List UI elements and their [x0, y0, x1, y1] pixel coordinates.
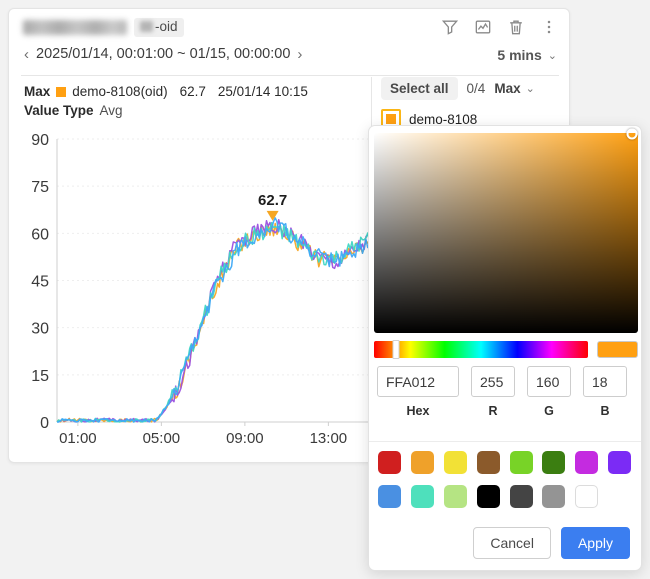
palette-swatch[interactable]: [476, 485, 500, 508]
palette-swatch[interactable]: [378, 485, 401, 508]
picker-actions: Cancel Apply: [473, 527, 630, 559]
series-selected-count: 0/4: [466, 81, 486, 96]
stats-max-label: Max: [24, 84, 51, 99]
svg-text:13:00: 13:00: [310, 430, 348, 447]
palette-swatch[interactable]: [575, 485, 599, 508]
blue-input[interactable]: [583, 366, 627, 397]
page-title: [23, 19, 127, 35]
widget-header: -oid: [9, 9, 569, 45]
aggregation-selector[interactable]: Max ⌄: [494, 81, 534, 96]
svg-text:01:00: 01:00: [59, 430, 97, 447]
svg-text:30: 30: [31, 321, 49, 338]
oid-chip-redacted: [140, 21, 153, 33]
saturation-value-area[interactable]: [374, 128, 638, 333]
svg-text:45: 45: [31, 274, 49, 291]
hue-slider-handle[interactable]: [392, 339, 400, 359]
palette-divider: [369, 441, 641, 442]
g-field-group: G: [527, 366, 571, 418]
stats-max-time: 25/01/14 10:15: [217, 84, 308, 99]
next-range-button[interactable]: ›: [297, 47, 302, 62]
stats-max-line: Max demo-8108(oid) 62.7 25/01/14 10:15: [24, 82, 308, 101]
b-field-group: B: [583, 366, 627, 418]
aggregation-label: Max: [494, 81, 521, 96]
header-divider: [21, 75, 559, 76]
apply-button[interactable]: Apply: [560, 527, 630, 559]
more-vertical-icon[interactable]: [539, 17, 559, 37]
palette-swatch[interactable]: [476, 451, 500, 474]
date-range-row: ‹ 2025/01/14, 00:01:00 ~ 01/15, 00:00:00…: [9, 43, 569, 73]
stats-valuetype-value: Avg: [99, 103, 123, 118]
series-panel-header: Select all 0/4 Max ⌄: [381, 77, 561, 100]
interval-selector[interactable]: 5 mins ⌄: [497, 47, 557, 63]
stats-summary: Max demo-8108(oid) 62.7 25/01/14 10:15 V…: [24, 82, 308, 120]
stats-max-value: 62.7: [179, 84, 206, 99]
palette-swatch[interactable]: [509, 485, 533, 508]
svg-text:15: 15: [31, 368, 49, 385]
prev-range-button[interactable]: ‹: [24, 47, 29, 62]
select-all-button[interactable]: Select all: [381, 77, 458, 100]
color-preview-swatch: [597, 340, 638, 358]
palette-swatch[interactable]: [410, 485, 434, 508]
palette-swatch[interactable]: [608, 451, 632, 474]
chevron-down-icon: ⌄: [525, 83, 535, 95]
chevron-down-icon: ⌄: [547, 49, 557, 62]
green-input[interactable]: [527, 366, 571, 397]
hex-field-group: Hex: [377, 366, 459, 418]
svg-text:75: 75: [31, 179, 49, 196]
palette-swatch[interactable]: [509, 451, 533, 474]
stats-valuetype-label: Value Type: [24, 103, 94, 118]
hue-slider[interactable]: [374, 339, 588, 359]
svg-text:09:00: 09:00: [226, 430, 264, 447]
panel-divider: [371, 77, 372, 127]
interval-label: 5 mins: [497, 47, 542, 63]
svg-text:60: 60: [31, 226, 49, 243]
svg-text:0: 0: [40, 415, 49, 432]
date-range-label[interactable]: 2025/01/14, 00:01:00 ~ 01/15, 00:00:00: [36, 46, 290, 62]
widget-toolbar: [440, 17, 559, 37]
palette-swatch[interactable]: [542, 451, 566, 474]
red-input[interactable]: [471, 366, 515, 397]
red-label: R: [488, 404, 498, 418]
filter-icon[interactable]: [440, 17, 460, 37]
oid-chip-label: -oid: [155, 19, 178, 34]
palette-swatch[interactable]: [443, 451, 467, 474]
chart-image-icon[interactable]: [473, 17, 493, 37]
cancel-button[interactable]: Cancel: [473, 527, 551, 559]
palette-swatch[interactable]: [443, 485, 467, 508]
blue-label: B: [600, 404, 610, 418]
saturation-handle[interactable]: [626, 128, 638, 140]
color-value-fields: Hex R G B: [377, 366, 635, 418]
series-color-chip: [386, 114, 396, 124]
palette-swatch[interactable]: [410, 451, 434, 474]
widget-title-group: -oid: [23, 18, 184, 37]
series-color-swatch: [56, 86, 67, 97]
oid-chip: -oid: [134, 18, 184, 37]
color-picker-popup: Hex R G B Cancel Apply: [368, 125, 642, 571]
hex-input[interactable]: [377, 366, 459, 397]
hue-row: [374, 339, 638, 359]
hex-label: Hex: [406, 404, 430, 418]
svg-text:05:00: 05:00: [143, 430, 181, 447]
series-panel: Select all 0/4 Max ⌄ demo-8108: [381, 77, 561, 129]
preset-palette: [378, 451, 636, 508]
svg-text:90: 90: [31, 132, 49, 149]
date-range-nav: ‹ 2025/01/14, 00:01:00 ~ 01/15, 00:00:00…: [24, 46, 302, 62]
green-label: G: [544, 404, 554, 418]
stats-valuetype-line: Value Type Avg: [24, 101, 308, 120]
r-field-group: R: [471, 366, 515, 418]
palette-swatch[interactable]: [378, 451, 401, 474]
svg-text:62.7: 62.7: [258, 192, 287, 209]
stats-series-name: demo-8108(oid): [72, 84, 168, 99]
palette-swatch[interactable]: [542, 485, 566, 508]
trash-icon[interactable]: [506, 17, 526, 37]
palette-swatch[interactable]: [575, 451, 599, 474]
